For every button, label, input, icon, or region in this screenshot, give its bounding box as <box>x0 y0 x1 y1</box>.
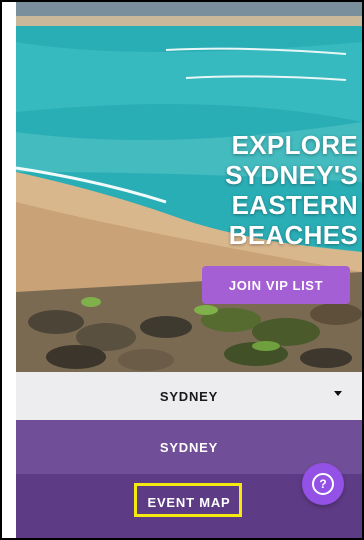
chevron-down-icon <box>334 391 342 396</box>
hero-title-line: EXPLORE <box>231 130 358 160</box>
menu-item-label: EVENT MAP <box>147 494 231 510</box>
help-icon: ? <box>312 473 334 495</box>
hero-title-line: EASTERN <box>231 190 358 220</box>
hero-title-line: SYDNEY'S <box>225 160 358 190</box>
help-icon-symbol: ? <box>319 477 327 491</box>
help-button[interactable]: ? <box>302 463 344 505</box>
hero-title: EXPLORE SYDNEY'S EASTERN BEACHES <box>200 130 358 250</box>
app-frame: EXPLORE SYDNEY'S EASTERN BEACHES JOIN VI… <box>0 0 364 540</box>
location-select[interactable]: SYDNEY <box>16 372 362 420</box>
location-select-value: SYDNEY <box>159 388 219 404</box>
hero-banner: EXPLORE SYDNEY'S EASTERN BEACHES JOIN VI… <box>16 2 362 372</box>
hero-title-line: BEACHES <box>228 220 358 250</box>
join-vip-list-button[interactable]: JOIN VIP LIST <box>202 266 350 304</box>
menu-item-label: SYDNEY <box>159 439 219 455</box>
